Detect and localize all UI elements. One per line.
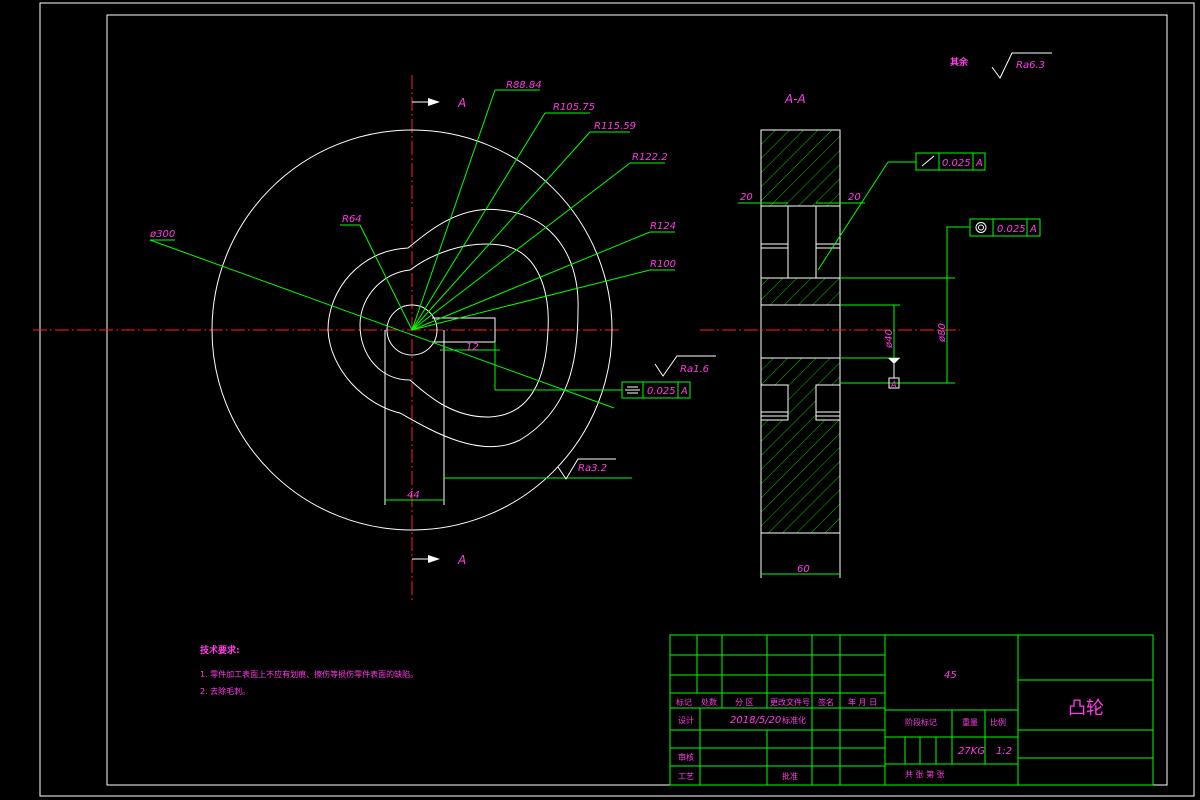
- radius-r100: R100: [650, 259, 676, 270]
- keyway-dim: 12: [466, 342, 479, 353]
- weight-label: 重量: [962, 717, 978, 727]
- front-view: 44 R88.84 R105.75 R115.59 R122.2 R124 R1…: [33, 75, 716, 600]
- standardize-label: 标准化: [782, 715, 806, 725]
- scale-value: 1:2: [996, 746, 1012, 757]
- svg-text:Ra6.3: Ra6.3: [1016, 60, 1045, 71]
- title-block: 标记 处数 分 区 更改文件号 签名 年 月 日 设计 2018/5/20 标准…: [669, 634, 1154, 786]
- concentricity-tolerance-frame: 0.025 A: [946, 218, 1041, 278]
- hdr-zone: 分 区: [735, 698, 754, 707]
- section-arrow-bottom: A: [412, 553, 466, 567]
- width-dim: 44: [407, 490, 420, 501]
- section-arrow-top: A: [412, 96, 466, 110]
- radius-r88: R88.84: [506, 80, 542, 91]
- approve-label: 批准: [782, 771, 798, 781]
- review-label: 审核: [678, 752, 694, 762]
- svg-text:Ra3.2: Ra3.2: [578, 463, 607, 474]
- groove-right-bot: [815, 384, 841, 421]
- groove-left-top: [760, 205, 789, 279]
- hdr-change-doc: 更改文件号: [770, 697, 810, 707]
- process-label: 工艺: [678, 772, 694, 781]
- stage-label: 阶段标记: [905, 717, 937, 727]
- radius-r105: R105.75: [553, 102, 595, 113]
- left-groove-dim: 20: [740, 192, 753, 203]
- svg-text:0.025: 0.025: [647, 386, 676, 397]
- symmetry-tolerance-frame: 0.025 A: [495, 381, 691, 399]
- section-hub: [760, 277, 841, 306]
- diameter-300: ø300: [149, 229, 175, 240]
- tech-item-2: 2. 去除毛刺。: [200, 686, 250, 696]
- sheets-label: 共 张 第 张: [905, 769, 945, 779]
- svg-text:Ra1.6: Ra1.6: [680, 364, 709, 375]
- svg-text:0.025: 0.025: [942, 158, 971, 169]
- roughness-bore: Ra1.6: [654, 355, 716, 377]
- part-name: 凸轮: [1068, 698, 1104, 719]
- svg-text:A: A: [890, 380, 896, 389]
- right-groove-dim: 20: [848, 192, 861, 203]
- tech-requirements: 技术要求: 1. 零件加工表面上不应有划痕、擦伤等损伤零件表面的缺陷。 2. 去…: [200, 644, 418, 696]
- radius-r64: R64: [342, 214, 362, 225]
- svg-text:A: A: [975, 158, 983, 169]
- svg-text:A: A: [1029, 224, 1037, 235]
- inner-cam-profile: [359, 243, 549, 418]
- roughness-key: Ra3.2: [557, 458, 616, 480]
- tech-title: 技术要求:: [200, 644, 240, 656]
- design-date: 2018/5/20: [730, 715, 781, 726]
- section-lower: [760, 357, 841, 534]
- weight-value: 27KG: [958, 746, 985, 757]
- section-title: A-A: [784, 92, 806, 106]
- tech-item-1: 1. 零件加工表面上不应有划痕、擦伤等损伤零件表面的缺陷。: [200, 669, 418, 679]
- svg-text:A: A: [457, 96, 466, 110]
- material: 45: [944, 670, 957, 681]
- svg-text:A: A: [680, 386, 688, 397]
- roughness-rest: 其余 Ra6.3: [950, 52, 1052, 79]
- cad-drawing-canvas: 44 R88.84 R105.75 R115.59 R122.2 R124 R1…: [33, 2, 1195, 797]
- runout-tolerance-frame: 0.025 A: [817, 152, 986, 271]
- design-label: 设计: [678, 715, 694, 725]
- hub-diameter: ø80: [937, 323, 948, 343]
- hdr-mark: 标记: [676, 697, 692, 707]
- svg-text:A: A: [457, 553, 466, 567]
- hdr-sign: 签名: [818, 697, 834, 707]
- svg-text:其余: 其余: [950, 56, 969, 68]
- hdr-count: 处数: [701, 697, 717, 707]
- bore-diameter: ø40: [884, 329, 895, 349]
- radius-r115: R115.59: [594, 121, 636, 132]
- groove-left-bot: [760, 384, 789, 421]
- bore-section: [760, 304, 841, 359]
- radius-r122: R122.2: [632, 152, 668, 163]
- svg-text:0.025: 0.025: [997, 224, 1026, 235]
- scale-label: 比例: [990, 717, 1006, 727]
- hdr-date: 年 月 日: [848, 697, 877, 707]
- section-view: A-A 60 20 20 0.025 A 0.025 A ø80 ø40 A: [700, 92, 1041, 578]
- width-60: 60: [797, 564, 810, 575]
- outer-cam-profile: [327, 208, 579, 448]
- radius-r124: R124: [650, 221, 676, 232]
